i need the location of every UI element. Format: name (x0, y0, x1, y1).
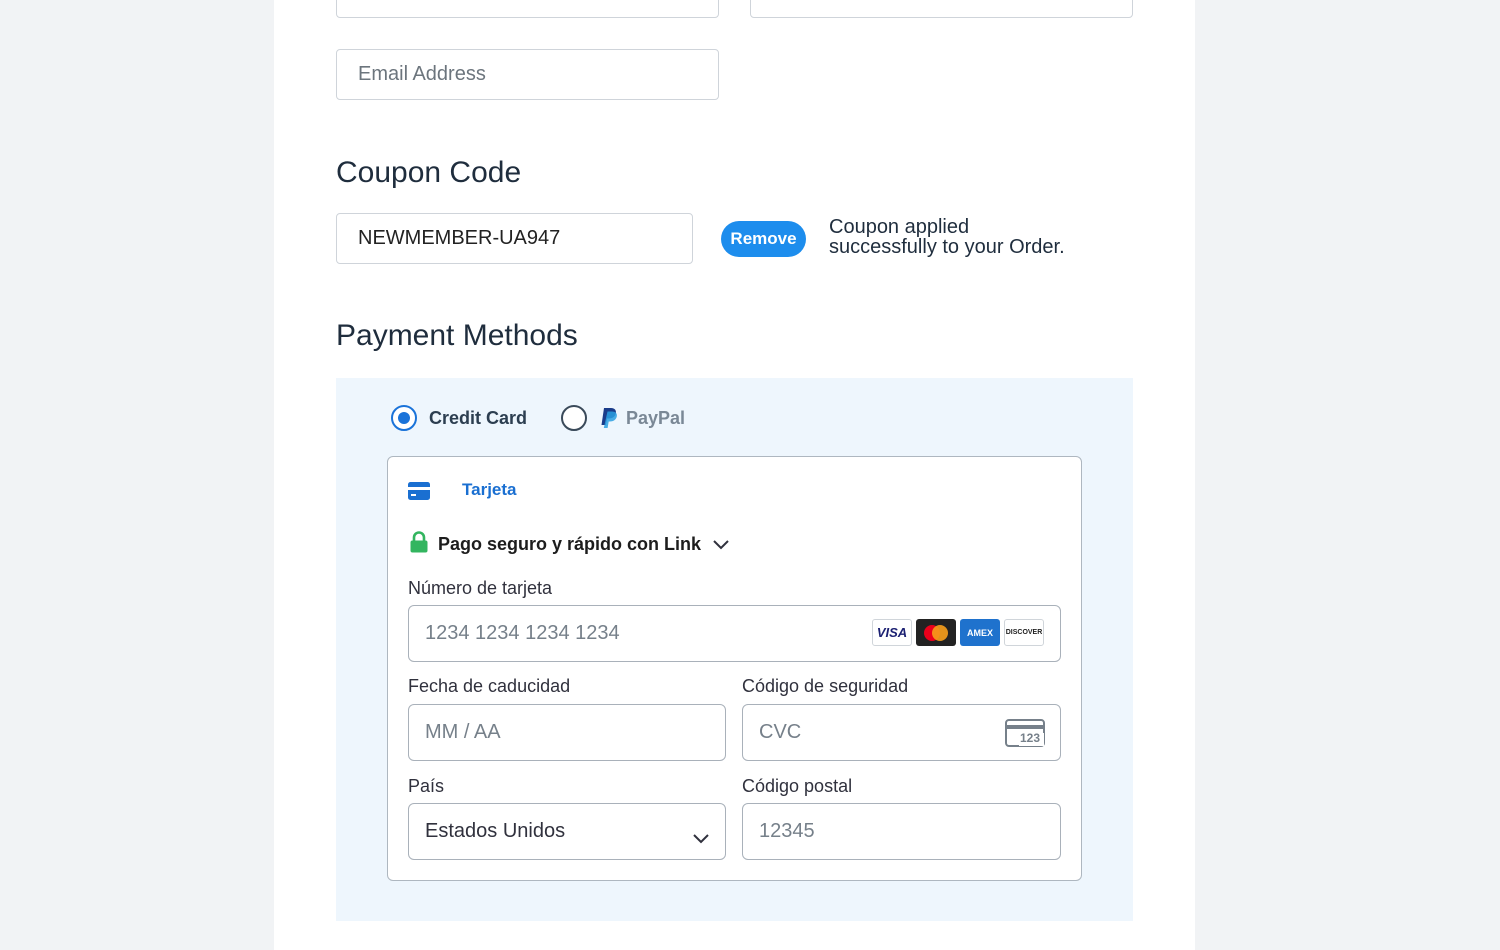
payment-methods-heading: Payment Methods (336, 319, 578, 352)
country-select[interactable]: Estados Unidos (408, 803, 726, 860)
visa-icon: VISA (872, 619, 912, 646)
email-field[interactable]: Email Address (336, 49, 719, 100)
remove-coupon-button[interactable]: Remove (721, 221, 806, 257)
paypal-radio[interactable] (561, 405, 587, 431)
credit-card-label[interactable]: Credit Card (429, 408, 527, 429)
postal-code-label: Código postal (742, 776, 853, 796)
card-payment-form: Tarjeta Pago seguro y rápido con Link Nú… (387, 456, 1082, 881)
card-number-label: Número de tarjeta (408, 578, 553, 598)
chevron-down-icon (713, 537, 729, 555)
paypal-icon (600, 407, 618, 434)
coupon-status-message: Coupon applied successfully to your Orde… (829, 217, 1065, 257)
first-name-field[interactable] (336, 0, 719, 18)
discover-icon: DISCOVER (1004, 619, 1044, 646)
card-number-placeholder: 1234 1234 1234 1234 (425, 622, 620, 644)
cvc-card-icon: 123 (1005, 719, 1045, 753)
postal-code-input[interactable]: 12345 (742, 803, 1061, 860)
expiry-label: Fecha de caducidad (408, 676, 571, 696)
chevron-down-icon (693, 827, 709, 850)
coupon-code-input[interactable]: NEWMEMBER-UA947 (336, 213, 693, 264)
country-label: País (408, 776, 445, 796)
card-number-input[interactable]: 1234 1234 1234 1234 VISA AMEX DISCOVER (408, 605, 1061, 662)
mastercard-icon (916, 619, 956, 646)
cvc-icon-digits: 123 (1020, 731, 1041, 745)
checkout-page: Email Address Coupon Code NEWMEMBER-UA94… (274, 0, 1195, 950)
card-tab-label[interactable]: Tarjeta (462, 480, 517, 500)
country-value: Estados Unidos (425, 820, 566, 842)
cvc-input[interactable]: CVC 123 (742, 704, 1061, 761)
coupon-message-line1: Coupon applied (829, 216, 970, 238)
payment-methods-panel: Credit Card PayPal Tarjeta Pago seguro y… (336, 378, 1133, 921)
credit-card-radio[interactable] (391, 405, 417, 431)
credit-card-icon (408, 482, 430, 505)
last-name-field[interactable] (750, 0, 1133, 18)
cvc-label: Código de seguridad (742, 676, 909, 696)
lock-icon (410, 531, 428, 558)
cvc-placeholder: CVC (759, 721, 802, 743)
expiry-input[interactable]: MM / AA (408, 704, 726, 761)
coupon-heading: Coupon Code (336, 156, 522, 189)
paypal-label[interactable]: PayPal (626, 408, 685, 429)
link-text: Pago seguro y rápido con Link (438, 534, 702, 554)
link-dropdown[interactable]: Pago seguro y rápido con Link (410, 531, 729, 558)
coupon-message-line2: successfully to your Order. (829, 236, 1065, 258)
amex-icon: AMEX (960, 619, 1000, 646)
